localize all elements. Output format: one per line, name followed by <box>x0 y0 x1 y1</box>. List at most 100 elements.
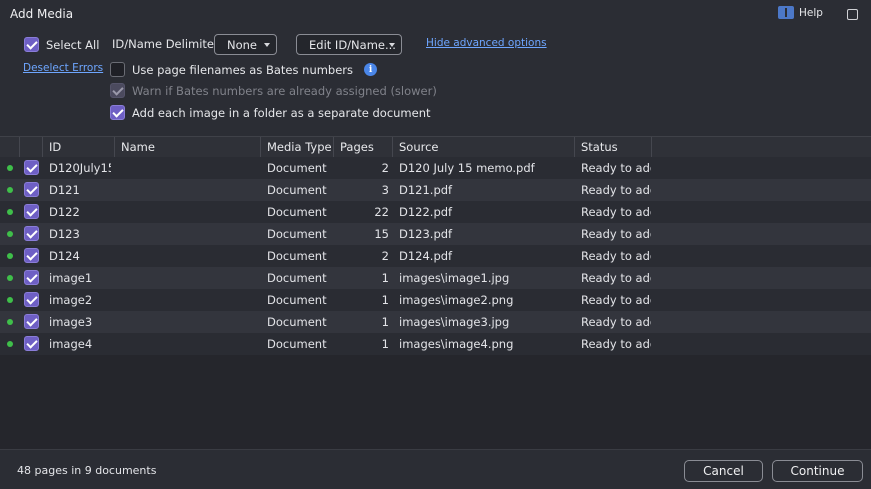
bates-filenames-option[interactable]: Use page filenames as Bates numbers i <box>110 62 378 77</box>
title-bar: Add Media Help <box>0 0 871 30</box>
table-row[interactable]: image1 Document 1 images\image1.jpg Ready to… <box>0 267 871 289</box>
cell-name <box>121 311 259 333</box>
status-dot-icon <box>7 231 13 237</box>
row-checkbox[interactable] <box>24 270 39 285</box>
header-pages[interactable]: Pages <box>334 137 393 158</box>
cell-source: D122.pdf <box>399 205 453 219</box>
page-count-summary: 48 pages in 9 documents <box>17 464 157 477</box>
row-checkbox[interactable] <box>24 160 39 175</box>
help-label: Help <box>799 6 823 19</box>
cell-pages: 1 <box>381 315 389 329</box>
help-book-icon <box>778 6 794 19</box>
edit-id-name-label: Edit ID/Name... <box>309 37 396 52</box>
maximize-icon[interactable] <box>847 9 858 20</box>
cell-id: D120July15m <box>49 161 111 175</box>
hide-advanced-options-link[interactable]: Hide advanced options <box>426 37 547 49</box>
row-checkbox[interactable] <box>24 292 39 307</box>
cell-media-type: Document <box>267 315 327 329</box>
table-row[interactable]: D122 Document 22 D122.pdf Ready to add <box>0 201 871 223</box>
grid-header: ID Name Media Type Pages Source Status <box>0 136 871 158</box>
header-source[interactable]: Source <box>393 137 575 158</box>
cell-media-type: Document <box>267 161 327 175</box>
header-id[interactable]: ID <box>43 137 115 158</box>
media-grid: ID Name Media Type Pages Source Status D… <box>0 136 871 449</box>
cell-source: images\image3.jpg <box>399 315 510 329</box>
bates-filenames-label: Use page filenames as Bates numbers <box>132 62 354 77</box>
cell-status: Ready to add <box>581 205 651 219</box>
bates-filenames-checkbox[interactable] <box>110 62 125 77</box>
cell-media-type: Document <box>267 205 327 219</box>
cell-source: images\image2.png <box>399 293 514 307</box>
cell-status: Ready to add <box>581 271 651 285</box>
cell-id: D124 <box>49 249 80 263</box>
header-checkbox-col <box>20 137 43 158</box>
table-row[interactable]: D120July15m Document 2 D120 July 15 memo.pd… <box>0 157 871 179</box>
cell-pages: 22 <box>374 205 389 219</box>
continue-button[interactable]: Continue <box>772 460 863 482</box>
cell-source: images\image1.jpg <box>399 271 510 285</box>
select-all-checkbox[interactable] <box>24 37 39 52</box>
cell-name <box>121 179 259 201</box>
row-checkbox[interactable] <box>24 314 39 329</box>
row-checkbox[interactable] <box>24 226 39 241</box>
row-checkbox[interactable] <box>24 336 39 351</box>
row-checkbox[interactable] <box>24 182 39 197</box>
header-name[interactable]: Name <box>115 137 261 158</box>
cell-name <box>121 201 259 223</box>
table-row[interactable]: D124 Document 2 D124.pdf Ready to add <box>0 245 871 267</box>
table-row[interactable]: image2 Document 1 images\image2.png Ready to… <box>0 289 871 311</box>
folder-separate-label: Add each image in a folder as a separate… <box>132 105 431 120</box>
info-icon[interactable]: i <box>364 63 378 76</box>
header-status-dot-col <box>0 137 20 158</box>
row-checkbox[interactable] <box>24 204 39 219</box>
header-status[interactable]: Status <box>575 137 652 158</box>
cell-source: images\image4.png <box>399 337 514 351</box>
row-checkbox[interactable] <box>24 248 39 263</box>
cell-id: D121 <box>49 183 80 197</box>
table-row[interactable]: image3 Document 1 images\image3.jpg Ready to… <box>0 311 871 333</box>
cell-source: D120 July 15 memo.pdf <box>399 161 535 175</box>
folder-separate-option[interactable]: Add each image in a folder as a separate… <box>110 105 431 120</box>
cell-media-type: Document <box>267 249 327 263</box>
cell-name <box>121 245 259 267</box>
header-media-type[interactable]: Media Type <box>261 137 334 158</box>
edit-id-name-dropdown[interactable]: Edit ID/Name... <box>296 34 402 55</box>
cell-media-type: Document <box>267 337 327 351</box>
cell-status: Ready to add <box>581 337 651 351</box>
cell-media-type: Document <box>267 271 327 285</box>
cell-pages: 1 <box>381 271 389 285</box>
delimiter-dropdown[interactable]: None <box>214 34 277 55</box>
cell-name <box>121 267 259 289</box>
chevron-down-icon <box>264 43 270 47</box>
status-dot-icon <box>7 297 13 303</box>
cell-pages: 15 <box>374 227 389 241</box>
cell-name <box>121 333 259 355</box>
delimiter-label: ID/Name Delimiter: <box>112 37 223 51</box>
cell-pages: 3 <box>381 183 389 197</box>
cell-id: image3 <box>49 315 93 329</box>
cell-media-type: Document <box>267 227 327 241</box>
cell-status: Ready to add <box>581 315 651 329</box>
table-row[interactable]: image4 Document 1 images\image4.png Ready to… <box>0 333 871 355</box>
cell-pages: 1 <box>381 337 389 351</box>
cell-media-type: Document <box>267 183 327 197</box>
status-dot-icon <box>7 187 13 193</box>
cell-status: Ready to add <box>581 227 651 241</box>
chevron-down-icon <box>389 43 395 47</box>
cell-status: Ready to add <box>581 293 651 307</box>
help-button[interactable]: Help <box>778 6 823 19</box>
table-row[interactable]: D123 Document 15 D123.pdf Ready to add <box>0 223 871 245</box>
cell-id: D122 <box>49 205 80 219</box>
table-row[interactable]: D121 Document 3 D121.pdf Ready to add <box>0 179 871 201</box>
warn-bates-label: Warn if Bates numbers are already assign… <box>132 83 437 98</box>
deselect-errors-link[interactable]: Deselect Errors <box>23 62 103 74</box>
cancel-button[interactable]: Cancel <box>684 460 763 482</box>
status-dot-icon <box>7 341 13 347</box>
select-all-option[interactable]: Select All <box>24 37 99 52</box>
cell-status: Ready to add <box>581 249 651 263</box>
folder-separate-checkbox[interactable] <box>110 105 125 120</box>
cell-source: D121.pdf <box>399 183 453 197</box>
status-dot-icon <box>7 275 13 281</box>
status-dot-icon <box>7 319 13 325</box>
cell-media-type: Document <box>267 293 327 307</box>
